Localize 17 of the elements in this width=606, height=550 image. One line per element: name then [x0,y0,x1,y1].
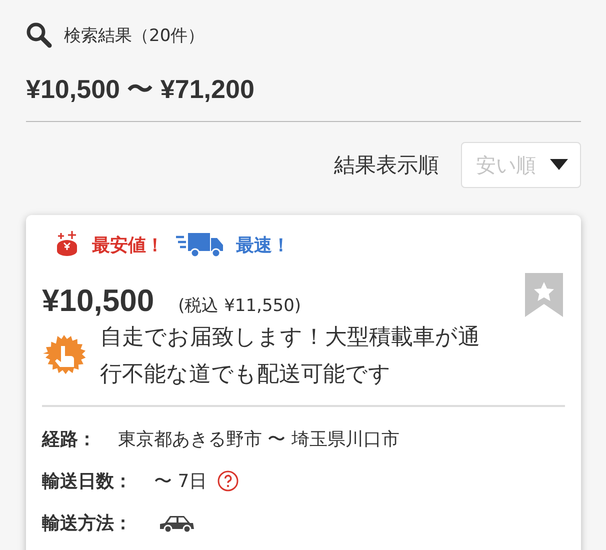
detail-label: 輸送方法： [42,512,132,535]
sort-label: 結果表示順 [334,152,439,179]
price-range: ¥10,500 〜 ¥71,200 [26,72,581,122]
search-icon [26,22,52,48]
note-text: 自走でお届致します！大型積載車が通行不能な道でも配送可能です [100,324,480,389]
badge-label: 最速！ [236,234,290,257]
result-count: 検索結果（20件） [64,24,205,46]
tax-price: (税込 ¥11,550) [178,295,302,317]
badge-label: 最安値！ [92,234,164,257]
days-value: 〜 7日 [154,470,208,493]
detail-label: 輸送日数： [42,470,132,493]
caret-icon [550,159,568,171]
sort-dropdown[interactable]: 安い順 [461,142,581,188]
detail-label: 経路： [42,428,96,451]
route-value: 東京都あきる野市 〜 埼玉県川口市 [118,428,400,451]
help-icon[interactable] [217,470,240,492]
price: ¥10,500 [42,283,154,319]
